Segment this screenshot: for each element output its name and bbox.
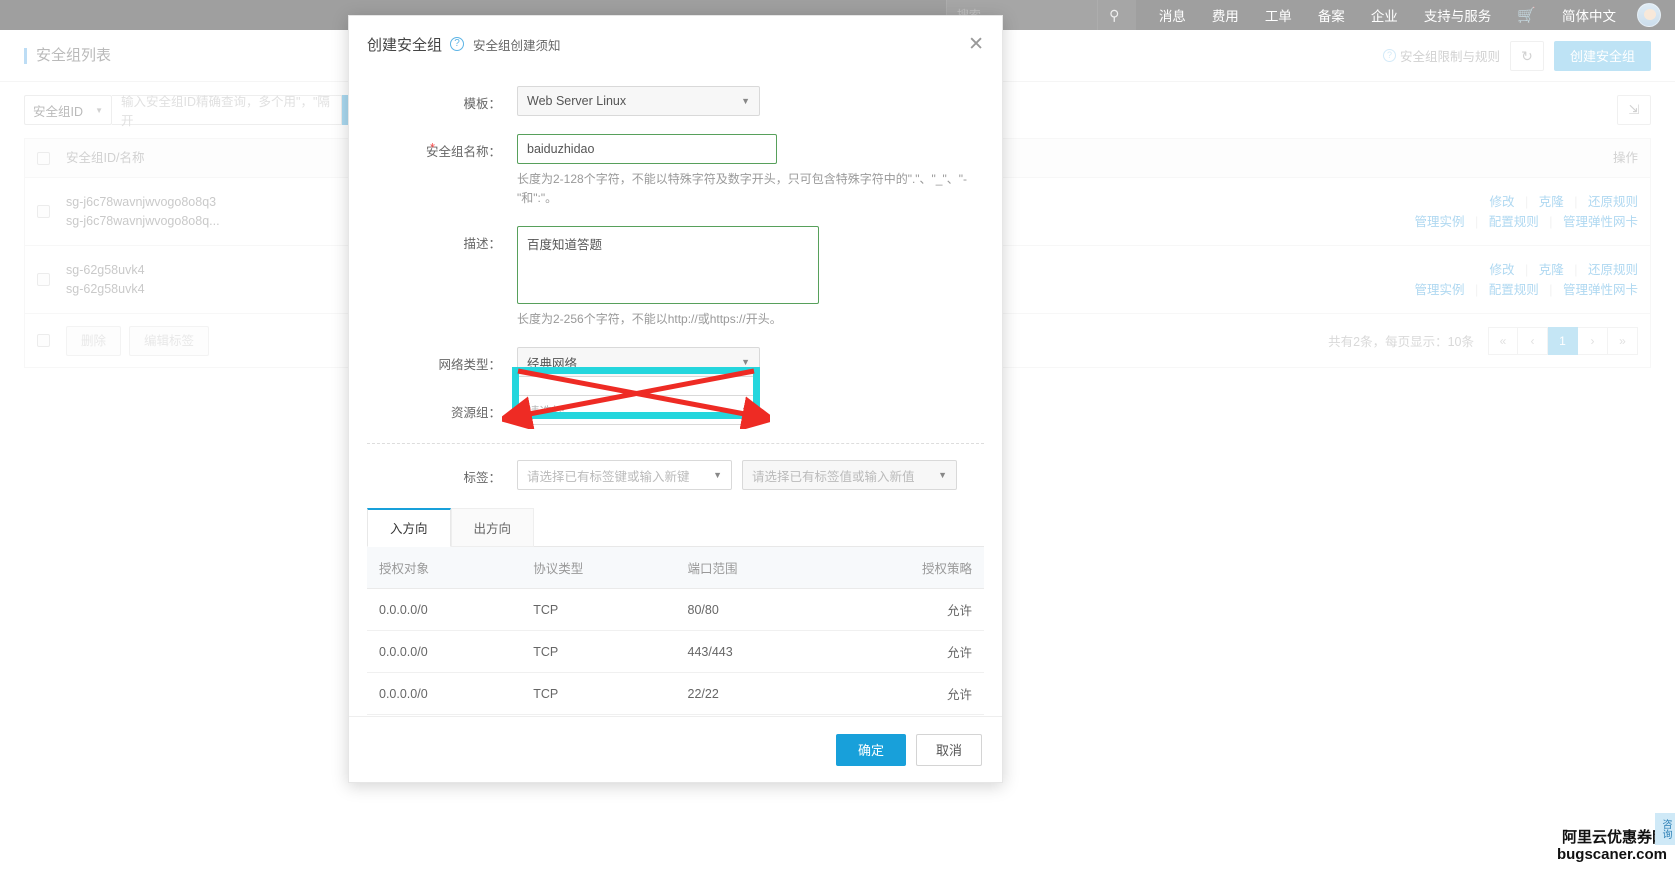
template-label: 模板： bbox=[463, 97, 501, 111]
rules-row: 0.0.0.0/0 TCP 22/22 允许 bbox=[367, 672, 984, 715]
tag-control: 请选择已有标签键或输入新键 ▼ 请选择已有标签值或输入新值 ▼ bbox=[517, 460, 984, 490]
cancel-button[interactable]: 取消 bbox=[915, 733, 982, 766]
name-label: * 安全组名称： bbox=[367, 134, 517, 208]
rule-policy: 允许 bbox=[829, 630, 984, 673]
chevron-down-icon: ▼ bbox=[938, 470, 947, 480]
field-description: 描述： 百度知道答题 长度为2-256个字符，不能以http://或https:… bbox=[367, 226, 984, 329]
rules-col-target: 授权对象 bbox=[367, 547, 522, 589]
dialog-subtitle-link[interactable]: 安全组创建须知 bbox=[473, 35, 561, 54]
watermark: 阿里云优惠券网 bugscaner.com bbox=[1556, 827, 1667, 864]
description-label: 描述： bbox=[463, 237, 501, 251]
rule-protocol: TCP bbox=[521, 672, 676, 715]
template-control: Web Server Linux ▼ bbox=[517, 86, 984, 116]
close-icon[interactable]: ✕ bbox=[968, 35, 984, 54]
dialog-header: 创建安全组 ? 安全组创建须知 ✕ bbox=[349, 16, 1002, 72]
chevron-down-icon: ▼ bbox=[741, 357, 750, 367]
rules-col-ports: 端口范围 bbox=[675, 547, 830, 589]
description-hint: 长度为2-256个字符，不能以http://或https://开头。 bbox=[517, 312, 782, 326]
template-select[interactable]: Web Server Linux ▼ bbox=[517, 86, 760, 116]
question-mark-icon[interactable]: ? bbox=[450, 37, 465, 51]
field-resource-group: 资源组： 请选择 ▼ bbox=[367, 395, 984, 425]
dialog-body: 模板： Web Server Linux ▼ * 安全组名称： baiduzhi… bbox=[349, 72, 1002, 716]
rule-ports: 80/80 bbox=[675, 588, 830, 631]
chevron-down-icon: ▼ bbox=[713, 470, 722, 480]
field-network-type: 网络类型： 经典网络 ▼ bbox=[367, 347, 984, 377]
rule-target: 0.0.0.0/0 bbox=[367, 630, 522, 673]
rules-table: 授权对象 协议类型 端口范围 授权策略 0.0.0.0/0 TCP 80/80 … bbox=[367, 546, 984, 716]
create-security-group-dialog: 创建安全组 ? 安全组创建须知 ✕ 模板： Web Server Linux ▼… bbox=[348, 15, 1003, 783]
description-textarea[interactable]: 百度知道答题 bbox=[517, 226, 819, 304]
rule-policy: 允许 bbox=[829, 672, 984, 715]
security-group-name-input[interactable]: baiduzhidao bbox=[517, 134, 777, 164]
rule-target: 0.0.0.0/0 bbox=[367, 588, 522, 631]
watermark-line1: 阿里云优惠券网 bbox=[1561, 827, 1667, 846]
direction-tabs: 入方向 出方向 bbox=[367, 508, 984, 547]
resource-group-placeholder: 请选择 bbox=[527, 404, 565, 419]
side-consult-tab[interactable]: 咨询 bbox=[1655, 813, 1675, 845]
field-template: 模板： Web Server Linux ▼ bbox=[367, 86, 984, 116]
network-type-value: 经典网络 bbox=[527, 356, 578, 371]
tag-key-placeholder: 请选择已有标签键或输入新键 bbox=[527, 469, 690, 484]
chevron-down-icon: ▼ bbox=[741, 96, 750, 106]
dialog-title: 创建安全组 bbox=[367, 36, 443, 54]
rules-header-row: 授权对象 协议类型 端口范围 授权策略 bbox=[367, 547, 984, 589]
rules-row: 0.0.0.0/0 TCP 443/443 允许 bbox=[367, 630, 984, 673]
field-tags: 标签： 请选择已有标签键或输入新键 ▼ 请选择已有标签值或输入新值 ▼ bbox=[367, 460, 984, 490]
name-control: baiduzhidao 长度为2-128个字符，不能以特殊字符及数字开头，只可包… bbox=[517, 134, 987, 208]
name-label-text: 安全组名称： bbox=[425, 145, 501, 159]
name-hint: 长度为2-128个字符，不能以特殊字符及数字开头，只可包含特殊字符中的"."、"… bbox=[517, 172, 967, 205]
rules-col-protocol: 协议类型 bbox=[521, 547, 676, 589]
rule-protocol: TCP bbox=[521, 588, 676, 631]
tag-value-placeholder: 请选择已有标签值或输入新值 bbox=[752, 469, 915, 484]
description-value: 百度知道答题 bbox=[527, 238, 603, 252]
network-type-select[interactable]: 经典网络 ▼ bbox=[517, 347, 760, 377]
template-value: Web Server Linux bbox=[527, 94, 627, 108]
tag-key-select[interactable]: 请选择已有标签键或输入新键 ▼ bbox=[517, 460, 732, 490]
rule-ports: 22/22 bbox=[675, 672, 830, 715]
confirm-button[interactable]: 确定 bbox=[835, 733, 906, 766]
rule-protocol: TCP bbox=[521, 630, 676, 673]
resource-group-label: 资源组： bbox=[450, 406, 501, 420]
rule-ports: 443/443 bbox=[675, 630, 830, 673]
rules-row: 0.0.0.0/0 TCP 80/80 允许 bbox=[367, 588, 984, 631]
rule-target: 0.0.0.0/0 bbox=[367, 672, 522, 715]
tab-outbound[interactable]: 出方向 bbox=[450, 508, 535, 547]
network-type-control: 经典网络 ▼ bbox=[517, 347, 984, 377]
tag-label: 标签： bbox=[463, 471, 501, 485]
description-control: 百度知道答题 长度为2-256个字符，不能以http://或https://开头… bbox=[517, 226, 987, 329]
resource-group-select[interactable]: 请选择 ▼ bbox=[517, 395, 760, 425]
tag-value-select[interactable]: 请选择已有标签值或输入新值 ▼ bbox=[742, 460, 957, 490]
network-type-label: 网络类型： bbox=[438, 358, 501, 372]
rules-col-policy: 授权策略 bbox=[829, 547, 984, 589]
rule-policy: 允许 bbox=[829, 588, 984, 631]
resource-group-control: 请选择 ▼ bbox=[517, 395, 984, 425]
field-name: * 安全组名称： baiduzhidao 长度为2-128个字符，不能以特殊字符… bbox=[367, 134, 984, 208]
required-marker: * bbox=[430, 141, 435, 155]
chevron-down-icon: ▼ bbox=[741, 405, 750, 415]
name-input-value: baiduzhidao bbox=[527, 142, 595, 156]
dialog-footer: 确定 取消 bbox=[349, 716, 1002, 782]
tab-inbound[interactable]: 入方向 bbox=[367, 508, 451, 547]
watermark-line2: bugscaner.com bbox=[1556, 845, 1667, 863]
section-divider bbox=[367, 443, 984, 444]
